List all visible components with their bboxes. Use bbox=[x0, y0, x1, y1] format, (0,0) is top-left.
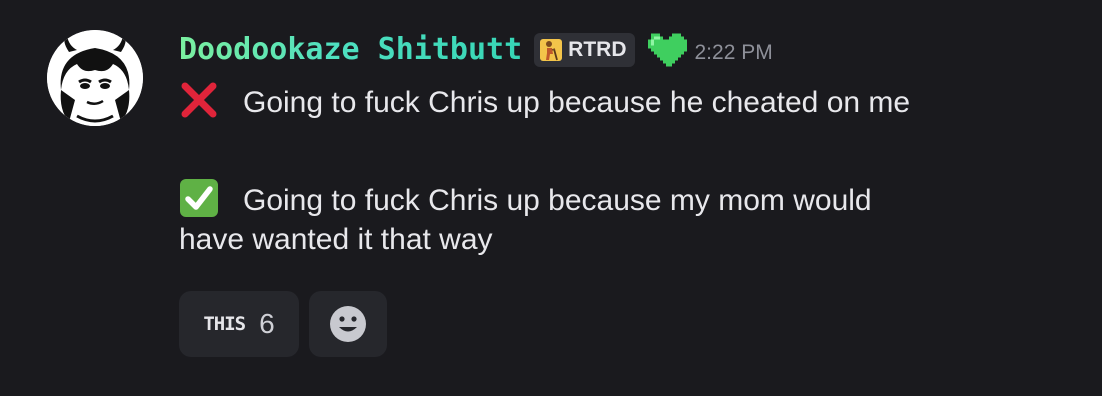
message-content: Going to fuck Chris up because he cheate… bbox=[179, 80, 1059, 259]
author-name[interactable]: Doodookaze Shitbutt bbox=[179, 30, 522, 70]
timestamp: 2:22 PM bbox=[694, 41, 773, 64]
message-line-3: have wanted it that way bbox=[179, 223, 493, 256]
reactions-bar: THIS 6 bbox=[179, 291, 387, 357]
check-mark-icon bbox=[179, 178, 219, 218]
message-line-1: Going to fuck Chris up because he cheate… bbox=[179, 80, 1059, 122]
message-line-1-text: Going to fuck Chris up because he cheate… bbox=[243, 86, 911, 119]
person-with-cane-icon bbox=[540, 39, 563, 61]
cross-mark-icon bbox=[179, 80, 219, 120]
avatar[interactable] bbox=[47, 30, 143, 126]
message-line-2: Going to fuck Chris up because my mom wo… bbox=[179, 178, 1059, 220]
line-spacer bbox=[179, 122, 1059, 178]
message-line-2-text: Going to fuck Chris up because my mom wo… bbox=[243, 184, 872, 217]
chat-message: Doodookaze Shitbutt RTRD 2:22 PM Going t… bbox=[0, 0, 1102, 396]
anime-girl-avatar-icon bbox=[47, 30, 143, 126]
message-header: Doodookaze Shitbutt RTRD 2:22 PM bbox=[179, 26, 773, 74]
this-emoji-icon: THIS bbox=[203, 313, 246, 335]
reaction-count: 6 bbox=[259, 308, 275, 339]
role-tag-label: RTRD bbox=[568, 38, 627, 61]
green-pixel-heart-icon bbox=[647, 33, 687, 67]
add-reaction-smiley-icon bbox=[330, 306, 366, 342]
add-reaction-button[interactable] bbox=[309, 291, 387, 357]
role-tag[interactable]: RTRD bbox=[534, 33, 635, 67]
reaction-this[interactable]: THIS 6 bbox=[179, 291, 299, 357]
